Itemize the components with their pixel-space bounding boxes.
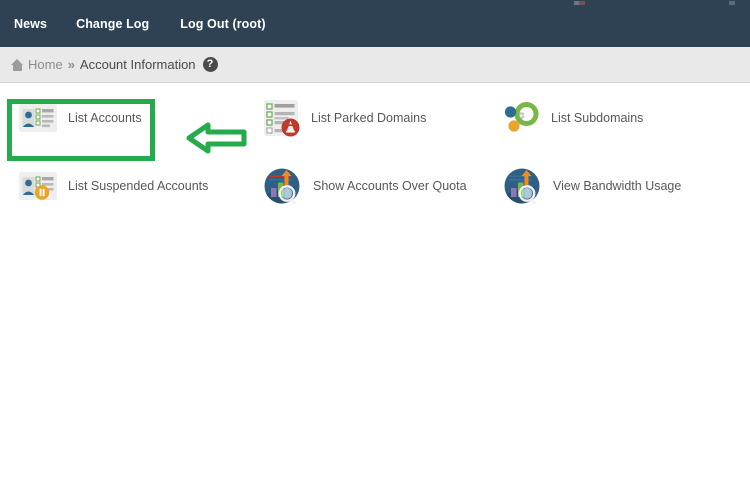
link-show-accounts-over-quota[interactable]: Show Accounts Over Quota — [262, 166, 467, 206]
top-navigation-bar: News Change Log Log Out (root) — [0, 0, 750, 47]
parked-domains-icon — [264, 100, 300, 137]
link-label: List Accounts — [68, 111, 142, 125]
links-row-2: List Suspended Accounts Show Accounts Ov… — [0, 152, 750, 220]
nav-change-log[interactable]: Change Log — [76, 17, 149, 31]
nav-log-out[interactable]: Log Out (root) — [180, 17, 265, 31]
link-label: List Parked Domains — [311, 111, 427, 125]
help-circle-icon[interactable]: ? — [202, 57, 218, 72]
link-list-subdomains[interactable]: List Subdomains — [502, 101, 643, 135]
link-label: Show Accounts Over Quota — [313, 179, 467, 193]
pointer-arrow-icon — [186, 122, 247, 154]
links-row-1: List Accounts List Parked Domains List S… — [0, 84, 750, 152]
link-list-suspended-accounts[interactable]: List Suspended Accounts — [19, 172, 208, 200]
nav-news[interactable]: News — [14, 17, 47, 31]
breadcrumb-home-link[interactable]: Home — [28, 57, 63, 72]
subdomains-nodes-icon — [504, 102, 539, 132]
account-card-icon — [19, 104, 57, 132]
breadcrumb-separator: » — [67, 57, 75, 72]
link-view-bandwidth-usage[interactable]: View Bandwidth Usage — [502, 166, 681, 206]
cell-list-suspended-accounts: List Suspended Accounts — [19, 152, 208, 220]
link-label: List Suspended Accounts — [68, 179, 209, 193]
link-list-parked-domains[interactable]: List Parked Domains — [262, 99, 426, 137]
cell-list-subdomains: List Subdomains — [502, 84, 643, 152]
link-label: List Subdomains — [551, 111, 644, 125]
clipped-toolbar-remnant-right — [729, 1, 735, 5]
bandwidth-usage-icon — [504, 168, 540, 205]
cell-show-accounts-over-quota: Show Accounts Over Quota — [262, 152, 467, 220]
breadcrumb: Home » Account Information ? — [0, 47, 750, 83]
link-label: View Bandwidth Usage — [553, 179, 682, 193]
home-icon — [11, 58, 24, 71]
over-quota-chart-icon — [264, 168, 300, 205]
account-information-links: List Accounts List Parked Domains List S… — [0, 84, 750, 220]
nav-links: News Change Log Log Out (root) — [0, 17, 266, 31]
cell-view-bandwidth-usage: View Bandwidth Usage — [502, 152, 681, 220]
cell-list-accounts: List Accounts — [19, 84, 142, 152]
breadcrumb-current-page: Account Information — [79, 57, 196, 72]
suspended-account-icon — [19, 172, 57, 200]
clipped-toolbar-remnant-left — [574, 1, 585, 5]
cell-list-parked-domains: List Parked Domains — [262, 84, 426, 152]
link-list-accounts[interactable]: List Accounts — [19, 104, 142, 132]
